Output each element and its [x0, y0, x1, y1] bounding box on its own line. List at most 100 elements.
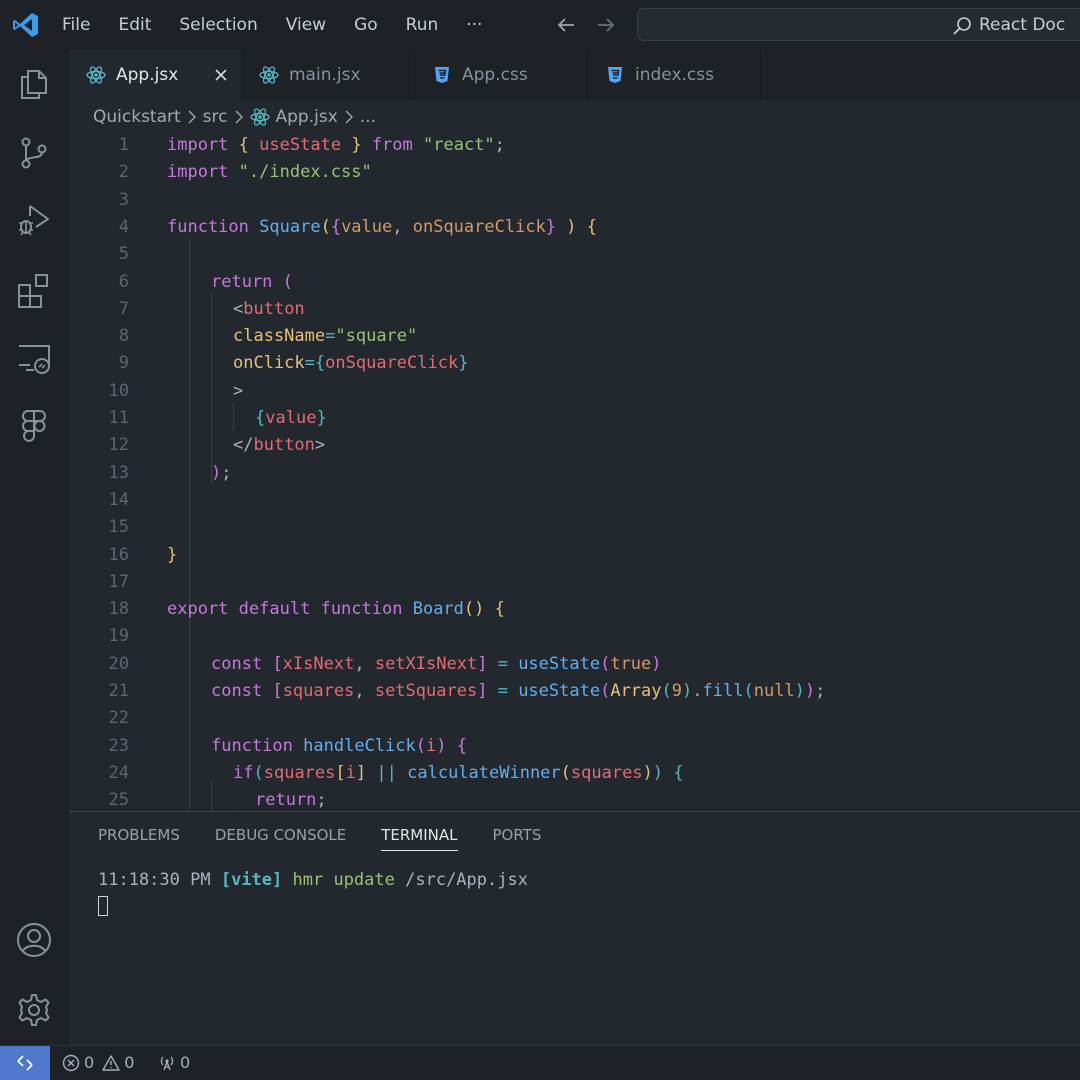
code-text: import "./index.css" — [167, 162, 372, 183]
code-line[interactable]: 24 if(squares[i] || calculateWinner(squar… — [69, 760, 1080, 787]
line-number: 10 — [108, 380, 129, 401]
terminal-output[interactable]: 11:18:30 PM [vite] hmr update /src/App.j… — [98, 870, 528, 890]
chevron-right-icon — [344, 110, 354, 124]
line-number: 13 — [108, 462, 129, 483]
code-line[interactable]: 20 const [xIsNext, setXIsNext] = useState… — [69, 651, 1080, 678]
menu-file[interactable]: File — [48, 0, 104, 50]
extensions-icon[interactable] — [16, 272, 52, 308]
code-line[interactable]: 23 function handleClick(i) { — [69, 733, 1080, 760]
code-text: if(squares[i] || calculateWinner(squares… — [233, 762, 684, 783]
tab-ports[interactable]: PORTS — [493, 826, 542, 851]
code-line[interactable]: 25 return; — [69, 787, 1080, 811]
menu-more[interactable]: ··· — [452, 0, 496, 50]
line-number: 25 — [108, 790, 129, 811]
react-icon — [86, 65, 106, 85]
code-text: > — [233, 380, 244, 401]
code-text: className="square" — [233, 326, 418, 347]
code-line[interactable]: 4 function Square({value, onSquareClick} … — [69, 214, 1080, 241]
menu-view[interactable]: View — [272, 0, 340, 50]
back-arrow-icon[interactable] — [554, 13, 578, 37]
breadcrumb-item[interactable]: Quickstart — [93, 107, 181, 127]
react-icon — [249, 107, 270, 127]
command-center-search[interactable]: React Doc — [637, 8, 1080, 41]
tab-app-css[interactable]: App.css — [415, 50, 588, 100]
code-line[interactable]: 5 — [69, 241, 1080, 268]
menu-go[interactable]: Go — [340, 0, 392, 50]
forward-arrow-icon[interactable] — [594, 13, 618, 37]
tab-problems[interactable]: PROBLEMS — [98, 826, 180, 851]
code-line[interactable]: 22 — [69, 705, 1080, 732]
account-icon[interactable] — [16, 922, 52, 958]
tab-label: App.css — [462, 65, 528, 85]
run-debug-icon[interactable] — [16, 202, 52, 238]
line-number: 12 — [108, 435, 129, 456]
tab-main-jsx[interactable]: main.jsx — [242, 50, 415, 100]
bottom-panel: PROBLEMS DEBUG CONSOLE TERMINAL PORTS 11… — [69, 812, 1080, 1045]
code-line[interactable]: 15 — [69, 514, 1080, 541]
tab-app-jsx[interactable]: App.jsx — [69, 50, 242, 100]
terminal-message: hmr update — [292, 870, 395, 890]
react-icon — [259, 65, 279, 85]
code-line[interactable]: 11 {value} — [69, 405, 1080, 432]
code-line[interactable]: 14 — [69, 487, 1080, 514]
tab-terminal[interactable]: TERMINAL — [381, 826, 458, 851]
code-text: export default function Board() { — [167, 599, 505, 620]
vscode-logo-icon[interactable] — [12, 11, 40, 39]
code-line[interactable]: 21 const [squares, setSquares] = useState… — [69, 678, 1080, 705]
terminal-tag: [vite] — [220, 870, 283, 890]
code-line[interactable]: 10 > — [69, 378, 1080, 405]
code-line[interactable]: 7 <button — [69, 296, 1080, 323]
menu-edit[interactable]: Edit — [104, 0, 165, 50]
ports-indicator[interactable]: 0 — [158, 1053, 190, 1072]
breadcrumb-item[interactable]: App.jsx — [276, 107, 338, 127]
remote-indicator[interactable] — [0, 1046, 50, 1080]
code-line[interactable]: 6 return ( — [69, 269, 1080, 296]
code-text: ); — [211, 462, 232, 483]
error-icon — [62, 1054, 80, 1072]
css-icon — [432, 65, 452, 85]
chevron-right-icon — [234, 110, 244, 124]
remote-explorer-icon[interactable] — [16, 340, 52, 376]
code-text: function Square({value, onSquareClick} )… — [167, 216, 598, 237]
css-icon — [605, 65, 625, 85]
close-icon[interactable] — [213, 67, 229, 83]
code-line[interactable]: 1 import { useState } from "react"; — [69, 132, 1080, 159]
code-line[interactable]: 17 — [69, 569, 1080, 596]
line-number: 9 — [118, 353, 129, 374]
line-number: 7 — [118, 298, 129, 319]
code-line[interactable]: 8 className="square" — [69, 323, 1080, 350]
breadcrumb-item[interactable]: src — [203, 107, 228, 127]
code-text: <button — [233, 298, 305, 319]
figma-icon[interactable] — [16, 408, 52, 444]
code-editor[interactable]: 1 import { useState } from "react"; 2 impor… — [69, 131, 1080, 811]
source-control-icon[interactable] — [16, 135, 52, 171]
ports-count: 0 — [180, 1053, 191, 1072]
line-number: 11 — [108, 408, 129, 428]
line-number: 22 — [108, 708, 129, 729]
code-line[interactable]: 13); — [69, 460, 1080, 487]
code-line[interactable]: 3 — [69, 187, 1080, 214]
problems-indicator[interactable]: 0 0 — [62, 1053, 134, 1072]
code-line[interactable]: 16} — [69, 542, 1080, 569]
code-line[interactable]: 19 — [69, 623, 1080, 650]
menu-run[interactable]: Run — [392, 0, 453, 50]
settings-gear-icon[interactable] — [16, 992, 52, 1028]
code-line[interactable]: 9 onClick={onSquareClick} — [69, 350, 1080, 377]
code-line[interactable]: 18 export default function Board() { — [69, 596, 1080, 623]
tab-debug-console[interactable]: DEBUG CONSOLE — [215, 826, 346, 851]
tab-label: index.css — [635, 65, 714, 85]
tab-label: main.jsx — [289, 65, 361, 85]
code-text: {value} — [255, 408, 327, 428]
explorer-icon[interactable] — [16, 66, 52, 102]
chevron-right-icon — [187, 110, 197, 124]
menu-selection[interactable]: Selection — [165, 0, 271, 50]
code-line[interactable]: 2 import "./index.css" — [69, 159, 1080, 186]
search-icon — [951, 15, 973, 37]
navigation-controls — [554, 13, 618, 37]
tab-index-css[interactable]: index.css — [588, 50, 761, 100]
code-line[interactable]: 12 </button> — [69, 432, 1080, 459]
breadcrumb-item[interactable]: ... — [360, 107, 376, 127]
line-number: 19 — [108, 626, 129, 647]
line-number: 15 — [108, 517, 129, 538]
line-number: 16 — [108, 544, 129, 565]
